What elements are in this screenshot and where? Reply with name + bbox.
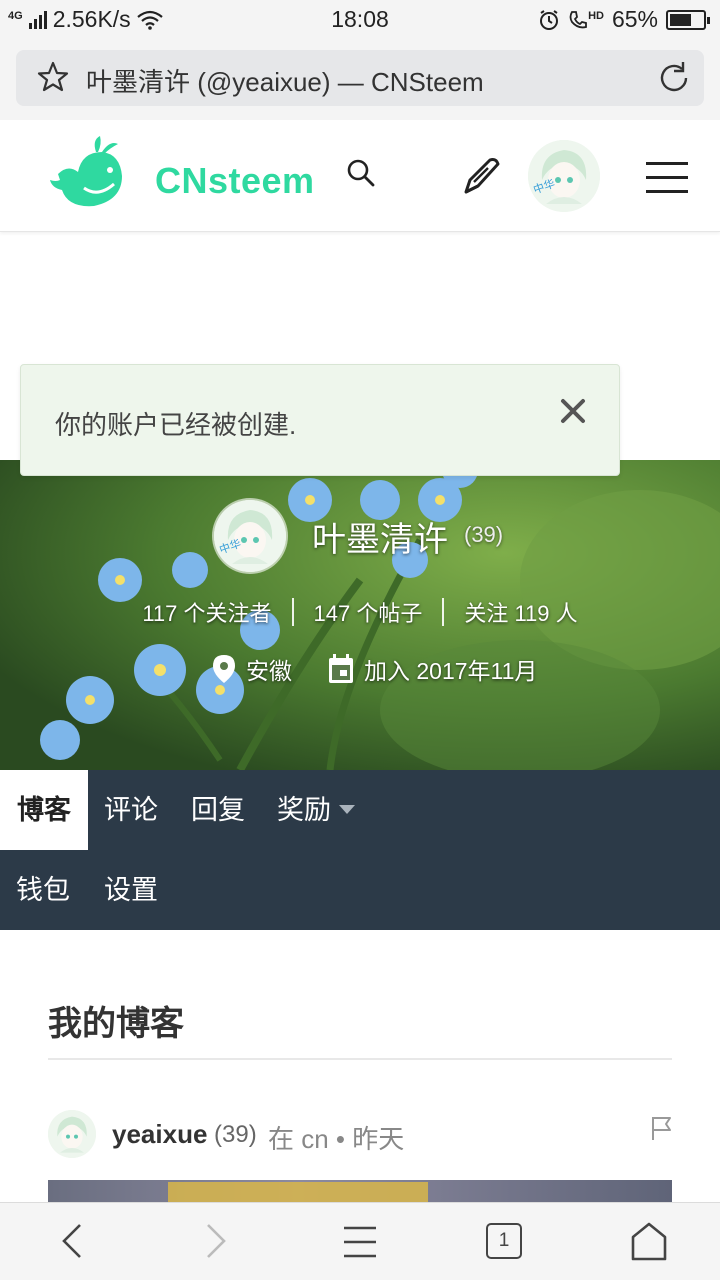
bookmark-star-icon[interactable] <box>36 60 70 94</box>
tabs-count-button[interactable]: 1 <box>486 1223 522 1259</box>
forward-icon[interactable] <box>204 1221 228 1261</box>
site-header: CNsteem 中华 <box>0 120 720 232</box>
chevron-down-icon <box>339 805 355 815</box>
section-divider <box>48 1058 672 1060</box>
page-title: 叶墨清许 (@yeaixue) — CNSteem <box>86 67 484 97</box>
profile-location: 安徽 <box>246 658 292 684</box>
tab-rewards-label: 奖励 <box>277 795 331 825</box>
hamburger-menu-icon[interactable] <box>646 162 688 196</box>
tab-blog[interactable]: 博客 <box>0 770 88 850</box>
notice-message: 你的账户已经被创建. <box>55 410 297 440</box>
battery-percent: 65% <box>611 6 658 32</box>
post-author-avatar[interactable] <box>48 1110 96 1158</box>
battery-level <box>670 13 691 26</box>
avatar[interactable]: 中华 <box>528 140 600 212</box>
profile-banner: 中华 叶墨清许 (39) 117 个关注者 147 个帖子 关注 119 人 安… <box>0 460 720 770</box>
profile-joined: 加入 2017年11月 <box>364 658 538 684</box>
profile-stats: 117 个关注者 147 个帖子 关注 119 人 <box>0 596 720 628</box>
tab-replies[interactable]: 回复 <box>191 770 245 850</box>
close-icon[interactable] <box>559 397 587 425</box>
followers-count[interactable]: 117 个关注者 <box>142 596 271 628</box>
posts-count[interactable]: 147 个帖子 <box>314 596 423 628</box>
stats-divider <box>442 598 445 626</box>
account-created-notice: 你的账户已经被创建. <box>20 364 620 476</box>
calendar-icon <box>328 654 354 684</box>
tab-settings[interactable]: 设置 <box>104 850 158 930</box>
profile-name: 叶墨清许 <box>312 521 448 559</box>
flag-icon[interactable] <box>650 1115 674 1141</box>
profile-reputation: (39) <box>464 522 504 547</box>
brand-name[interactable]: CNsteem <box>155 160 315 202</box>
pen-icon[interactable] <box>460 154 504 198</box>
post-author-reputation: (39) <box>214 1121 257 1148</box>
back-icon[interactable] <box>60 1221 84 1261</box>
menu-icon[interactable] <box>342 1225 378 1259</box>
browser-toolbar: 叶墨清许 (@yeaixue) — CNSteem <box>0 38 720 120</box>
browser-bottom-nav: 1 <box>0 1202 720 1280</box>
post-author[interactable]: yeaixue <box>112 1119 207 1150</box>
battery-icon <box>666 9 710 30</box>
reload-icon[interactable] <box>656 60 692 96</box>
tab-rewards[interactable]: 奖励 <box>277 770 355 850</box>
search-icon[interactable] <box>344 156 378 190</box>
location-pin-icon <box>212 654 236 684</box>
tab-wallet[interactable]: 钱包 <box>16 850 70 930</box>
whale-logo-icon[interactable] <box>48 134 128 214</box>
section-title: 我的博客 <box>48 1005 184 1043</box>
stats-divider <box>291 598 294 626</box>
alarm-icon <box>540 9 559 30</box>
following-count[interactable]: 关注 119 人 <box>464 596 577 628</box>
status-bar: 4G 2.56K/s 18:08 HD 65% <box>0 0 720 38</box>
volte-icon: HD <box>568 10 604 30</box>
post-category-time[interactable]: 在 cn • 昨天 <box>268 1119 404 1156</box>
home-icon[interactable] <box>630 1221 668 1261</box>
tab-comments[interactable]: 评论 <box>104 770 158 850</box>
address-bar[interactable]: 叶墨清许 (@yeaixue) — CNSteem <box>16 50 704 106</box>
profile-tabs: 博客 评论 回复 奖励 钱包 设置 <box>0 770 720 930</box>
profile-avatar: 中华 <box>214 500 286 572</box>
profile-meta: 安徽 加入 2017年11月 <box>212 652 537 686</box>
